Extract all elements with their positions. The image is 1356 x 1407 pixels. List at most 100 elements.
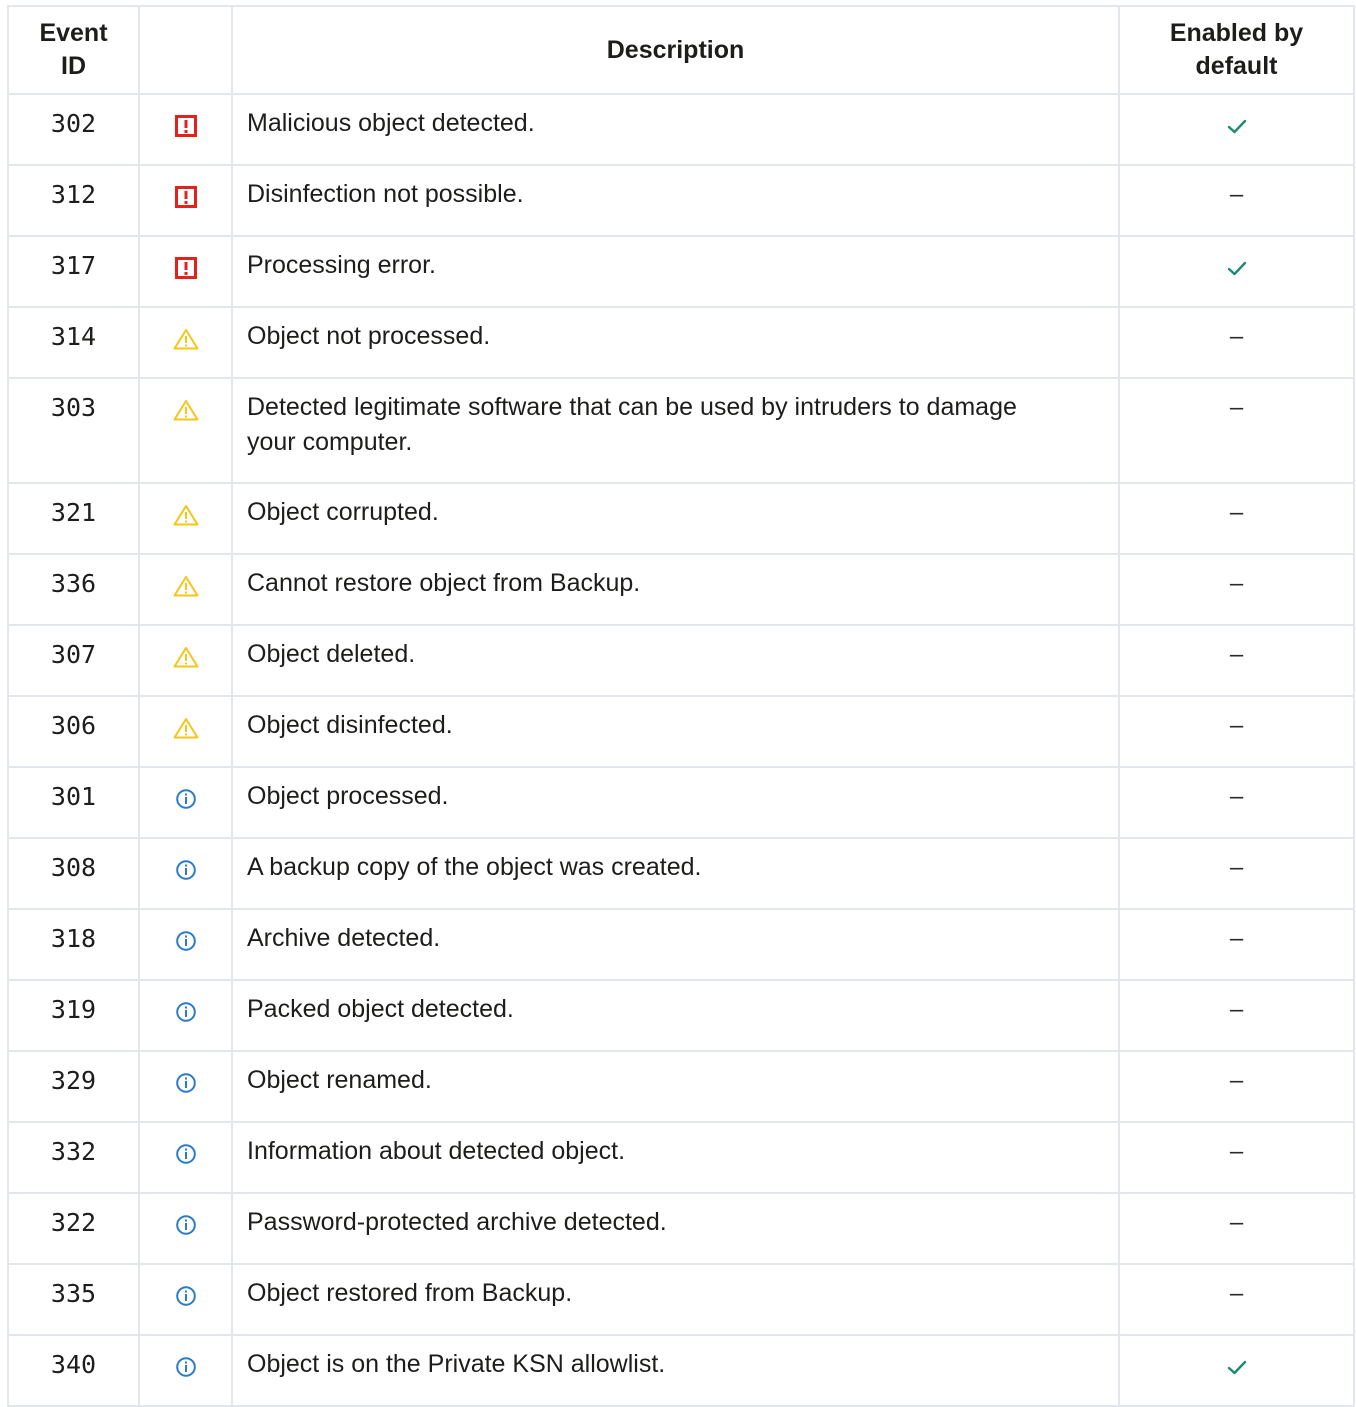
- header-severity: [138, 5, 233, 95]
- enabled-by-default-cell: –: [1118, 766, 1355, 839]
- warning-icon: [173, 399, 199, 428]
- enabled-by-default-cell: –: [1118, 482, 1355, 555]
- description-cell: Object disinfected.: [231, 695, 1120, 768]
- table-header-row: Event ID Description Enabled by default: [7, 5, 1355, 95]
- severity-cell: [138, 235, 233, 308]
- disabled-dash: –: [1229, 996, 1244, 1023]
- description-cell: Cannot restore object from Backup.: [231, 553, 1120, 626]
- enabled-by-default-cell: –: [1118, 979, 1355, 1052]
- severity-cell: [138, 1192, 233, 1265]
- error-icon: [174, 186, 197, 215]
- event-id-cell: 301: [7, 766, 140, 839]
- severity-cell: [138, 553, 233, 626]
- table-row: 332 Information about detected object. –: [7, 1121, 1355, 1194]
- enabled-by-default-cell: –: [1118, 837, 1355, 910]
- disabled-dash: –: [1229, 712, 1244, 739]
- event-id-cell: 308: [7, 837, 140, 910]
- event-id-cell: 340: [7, 1334, 140, 1407]
- table-row: 321 Object corrupted. –: [7, 482, 1355, 555]
- table-row: 340 Object is on the Private KSN allowlis…: [7, 1334, 1355, 1407]
- disabled-dash: –: [1229, 1280, 1244, 1307]
- description-text: A backup copy of the object was created.: [247, 853, 702, 881]
- info-icon: [175, 859, 197, 888]
- description-cell: Packed object detected.: [231, 979, 1120, 1052]
- severity-cell: [138, 93, 233, 166]
- table-row: 301 Object processed. –: [7, 766, 1355, 839]
- warning-icon: [173, 328, 199, 357]
- description-text: Processing error.: [247, 251, 436, 279]
- description-cell: Object is on the Private KSN allowlist.: [231, 1334, 1120, 1407]
- description-cell: Detected legitimate software that can be…: [231, 377, 1120, 484]
- description-text: Cannot restore object from Backup.: [247, 569, 641, 597]
- enabled-by-default-cell: –: [1118, 377, 1355, 484]
- event-id-cell: 322: [7, 1192, 140, 1265]
- checkmark-icon: [1226, 113, 1248, 142]
- info-icon: [175, 788, 197, 817]
- description-cell: Object renamed.: [231, 1050, 1120, 1123]
- info-icon: [175, 1072, 197, 1101]
- event-id-cell: 319: [7, 979, 140, 1052]
- description-cell: Malicious object detected.: [231, 93, 1120, 166]
- severity-cell: [138, 1050, 233, 1123]
- event-id-cell: 318: [7, 908, 140, 981]
- enabled-by-default-cell: –: [1118, 164, 1355, 237]
- enabled-by-default-cell: –: [1118, 908, 1355, 981]
- severity-cell: [138, 1334, 233, 1407]
- info-icon: [175, 1214, 197, 1243]
- description-text: Object deleted.: [247, 640, 416, 668]
- severity-cell: [138, 1121, 233, 1194]
- description-text: Object restored from Backup.: [247, 1279, 573, 1307]
- checkmark-icon: [1226, 1354, 1248, 1383]
- event-id-cell: 317: [7, 235, 140, 308]
- disabled-dash: –: [1229, 570, 1244, 597]
- info-icon: [175, 1356, 197, 1385]
- table-row: 306 Object disinfected. –: [7, 695, 1355, 768]
- warning-icon: [173, 646, 199, 675]
- event-id-cell: 306: [7, 695, 140, 768]
- description-cell: Archive detected.: [231, 908, 1120, 981]
- description-cell: A backup copy of the object was created.: [231, 837, 1120, 910]
- info-icon: [175, 1001, 197, 1030]
- description-cell: Password-protected archive detected.: [231, 1192, 1120, 1265]
- warning-icon: [173, 504, 199, 533]
- enabled-by-default-cell: [1118, 1334, 1355, 1407]
- table-row: 322 Password-protected archive detected. –: [7, 1192, 1355, 1265]
- severity-cell: [138, 1263, 233, 1336]
- event-id-cell: 321: [7, 482, 140, 555]
- table-row: 307 Object deleted. –: [7, 624, 1355, 697]
- disabled-dash: –: [1229, 783, 1244, 810]
- enabled-by-default-cell: –: [1118, 1192, 1355, 1265]
- table-row: 317 Processing error.: [7, 235, 1355, 308]
- description-text: Packed object detected.: [247, 995, 514, 1023]
- description-text: Object disinfected.: [247, 711, 453, 739]
- disabled-dash: –: [1229, 1067, 1244, 1094]
- event-id-cell: 314: [7, 306, 140, 379]
- description-text: Archive detected.: [247, 924, 441, 952]
- enabled-by-default-cell: [1118, 235, 1355, 308]
- table-row: 312 Disinfection not possible. –: [7, 164, 1355, 237]
- description-text: Password-protected archive detected.: [247, 1208, 667, 1236]
- table-row: 329 Object renamed. –: [7, 1050, 1355, 1123]
- table-row: 335 Object restored from Backup. –: [7, 1263, 1355, 1336]
- severity-cell: [138, 766, 233, 839]
- enabled-by-default-cell: –: [1118, 306, 1355, 379]
- disabled-dash: –: [1229, 925, 1244, 952]
- description-text: Object processed.: [247, 782, 449, 810]
- event-id-cell: 329: [7, 1050, 140, 1123]
- header-description: Description: [231, 5, 1120, 95]
- event-id-cell: 336: [7, 553, 140, 626]
- disabled-dash: –: [1229, 499, 1244, 526]
- severity-cell: [138, 482, 233, 555]
- info-icon: [175, 1143, 197, 1172]
- event-id-cell: 312: [7, 164, 140, 237]
- event-id-cell: 302: [7, 93, 140, 166]
- disabled-dash: –: [1229, 181, 1244, 208]
- event-id-cell: 335: [7, 1263, 140, 1336]
- checkmark-icon: [1226, 255, 1248, 284]
- event-id-cell: 332: [7, 1121, 140, 1194]
- enabled-by-default-cell: [1118, 93, 1355, 166]
- table-row: 318 Archive detected. –: [7, 908, 1355, 981]
- severity-cell: [138, 837, 233, 910]
- enabled-by-default-cell: –: [1118, 1263, 1355, 1336]
- table-row: 302 Malicious object detected.: [7, 93, 1355, 166]
